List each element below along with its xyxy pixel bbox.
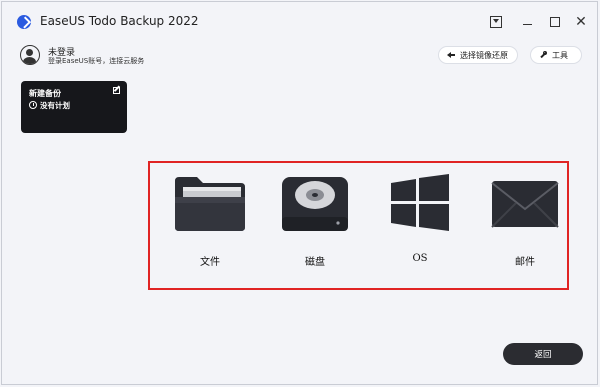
plan-title: 新建备份	[29, 89, 61, 98]
tools-label: 工具	[552, 50, 568, 60]
target-os-label: OS	[412, 253, 428, 264]
maximize-button[interactable]	[546, 13, 564, 31]
close-button[interactable]: ✕	[572, 13, 590, 31]
app-logo-icon	[17, 15, 31, 29]
app-window: EaseUS Todo Backup 2022 ✕ 未登录 登录EaseUS账号…	[1, 1, 598, 385]
maximize-icon	[550, 17, 560, 27]
restore-icon	[447, 51, 455, 59]
restore-label: 选择镜像还原	[460, 50, 508, 60]
menu-dropdown-button[interactable]	[487, 13, 505, 31]
user-login-link[interactable]: 登录EaseUS账号，连接云服务	[48, 56, 144, 66]
back-button[interactable]: 返回	[503, 343, 583, 365]
close-icon: ✕	[575, 14, 587, 30]
folder-icon	[175, 177, 245, 231]
target-file[interactable]: 文件	[170, 173, 250, 273]
wrench-icon	[539, 51, 547, 59]
target-os[interactable]: OS	[380, 173, 460, 273]
target-disk-label: 磁盘	[305, 257, 325, 268]
minimize-icon	[522, 23, 532, 25]
title-bar: EaseUS Todo Backup 2022 ✕	[2, 2, 597, 42]
app-title: EaseUS Todo Backup 2022	[40, 14, 199, 28]
backup-target-panel: 文件 磁盘 OS 邮件	[148, 161, 569, 290]
target-file-label: 文件	[200, 257, 220, 268]
target-disk[interactable]: 磁盘	[275, 173, 355, 273]
minimize-button[interactable]	[518, 13, 536, 31]
clock-icon	[29, 101, 37, 109]
plan-status: 没有计划	[40, 101, 70, 110]
target-mail[interactable]: 邮件	[485, 173, 565, 273]
target-mail-label: 邮件	[515, 257, 535, 268]
disk-icon	[282, 177, 348, 231]
windows-icon	[391, 174, 449, 231]
restore-image-button[interactable]: 选择镜像还原	[438, 46, 518, 64]
edit-icon[interactable]	[113, 87, 120, 94]
tools-button[interactable]: 工具	[530, 46, 582, 64]
dropdown-icon	[490, 16, 502, 28]
new-backup-card[interactable]: 新建备份 没有计划	[21, 81, 127, 133]
user-avatar-icon[interactable]	[20, 45, 40, 65]
mail-icon	[491, 181, 559, 228]
